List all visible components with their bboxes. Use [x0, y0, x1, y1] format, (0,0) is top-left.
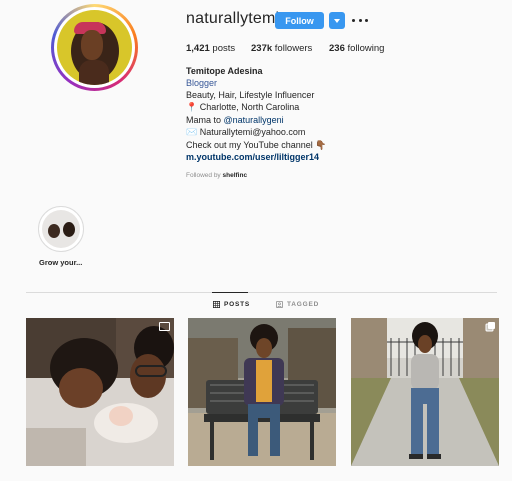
- avatar-border: [54, 7, 135, 88]
- follow-button[interactable]: Follow: [275, 12, 324, 29]
- bio-youtube-text: Check out my YouTube channel: [186, 140, 313, 150]
- profile-category: Blogger: [186, 78, 218, 88]
- tab-tagged[interactable]: TAGGED: [276, 301, 319, 308]
- profile-full-name: Temitope Adesina: [186, 66, 263, 76]
- story-highlight-label: Grow your...: [39, 258, 83, 267]
- posts-count-value: 1,421: [186, 43, 210, 54]
- following-count-label: following: [347, 43, 385, 54]
- story-highlight[interactable]: [38, 206, 84, 252]
- post-thumbnail[interactable]: [188, 318, 336, 466]
- avatar-image: [57, 10, 132, 85]
- post-image-bench: [188, 318, 336, 466]
- tab-tagged-label: TAGGED: [287, 301, 320, 308]
- followers-count-value: 237k: [251, 43, 273, 54]
- more-options-icon[interactable]: [352, 13, 368, 27]
- avatar-face: [81, 30, 103, 60]
- tag-icon: [276, 301, 283, 308]
- following-link[interactable]: 236 following: [329, 43, 384, 54]
- profile-avatar[interactable]: [51, 4, 138, 91]
- bio-line-youtube: Check out my YouTube channel 👇🏾: [186, 139, 327, 152]
- carousel-icon: [488, 322, 495, 329]
- bio-line-description: Beauty, Hair, Lifestyle Influencer: [186, 90, 315, 100]
- post-thumbnail[interactable]: [351, 318, 499, 466]
- bio-email-text: Naturallytemi@yahoo.com: [199, 127, 306, 137]
- tab-posts[interactable]: POSTS: [213, 301, 250, 308]
- followers-link[interactable]: 237k followers: [251, 43, 312, 54]
- suggested-accounts-button[interactable]: [329, 12, 345, 29]
- tab-posts-label: POSTS: [224, 301, 251, 308]
- followed-by[interactable]: Followed by shelfinc: [186, 172, 247, 179]
- active-tab-indicator: [212, 292, 248, 293]
- grid-icon: [213, 301, 220, 308]
- posts-count: 1,421 posts: [186, 43, 235, 54]
- highlight-person-a: [48, 224, 60, 238]
- highlight-person-b: [63, 222, 75, 237]
- bio-mention-prefix: Mama to: [186, 115, 224, 125]
- followed-by-user: shelfinc: [222, 172, 248, 179]
- pointing-down-icon: 👇🏾: [315, 140, 327, 150]
- tabs-divider: [26, 292, 497, 293]
- avatar-body: [79, 60, 109, 85]
- posts-count-label: posts: [212, 43, 236, 54]
- following-count-value: 236: [329, 43, 345, 54]
- bio-line-mention: Mama to @naturallygeni: [186, 114, 284, 127]
- igtv-icon: [159, 322, 170, 331]
- pin-icon: 📍: [186, 102, 198, 112]
- envelope-icon: ✉️: [186, 127, 198, 137]
- bio-website-link[interactable]: m.youtube.com/user/liltigger14: [186, 151, 319, 164]
- mention-link[interactable]: @naturallygeni: [224, 115, 284, 125]
- followed-by-prefix: Followed by: [186, 172, 221, 179]
- bio-location-text: Charlotte, North Carolina: [199, 102, 300, 112]
- bio-line-location: 📍 Charlotte, North Carolina: [186, 101, 299, 114]
- post-image-family: [26, 318, 174, 466]
- bio-line-email: ✉️ Naturallytemi@yahoo.com: [186, 126, 305, 139]
- chevron-down-icon: [334, 18, 340, 23]
- story-highlight-cover: [42, 210, 80, 248]
- followers-count-label: followers: [274, 43, 313, 54]
- post-thumbnail[interactable]: [26, 318, 174, 466]
- post-image-sidewalk: [351, 318, 499, 466]
- profile-username: naturallytemi: [186, 10, 280, 27]
